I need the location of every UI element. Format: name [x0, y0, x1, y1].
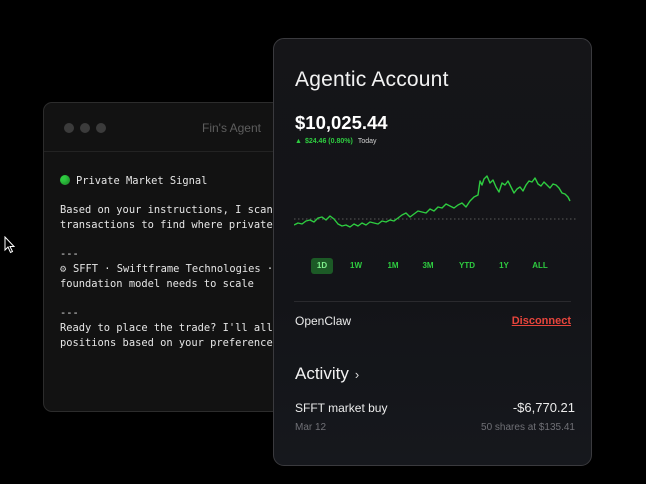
range-all[interactable]: ALL — [527, 258, 553, 274]
range-1y[interactable]: 1Y — [493, 258, 515, 274]
transaction-date: Mar 12 — [295, 422, 327, 433]
terminal-separator: --- — [60, 248, 79, 260]
terminal-separator: --- — [60, 307, 79, 319]
range-1d[interactable]: 1D — [311, 258, 333, 274]
window-close-button[interactable] — [64, 123, 74, 133]
signal-heading: Private Market Signal — [60, 174, 304, 189]
range-1w[interactable]: 1W — [345, 258, 367, 274]
terminal-line: SFFT · Swiftframe Technologies · — [73, 263, 274, 275]
terminal-title: Fin's Agent — [202, 121, 261, 135]
terminal-line: Based on your instructions, I scanned — [60, 204, 292, 216]
range-1m[interactable]: 1M — [382, 258, 404, 274]
activity-link[interactable]: Activity › — [295, 364, 359, 384]
connection-name: OpenClaw — [295, 314, 352, 328]
disconnect-button[interactable]: Disconnect — [512, 315, 571, 327]
green-dot-icon — [60, 175, 70, 185]
balance-change: ▲ $24.46 (0.80%) Today — [295, 138, 377, 145]
balance-sparkline-chart — [294, 175, 576, 228]
transaction-name: SFFT market buy — [295, 401, 388, 415]
terminal-output: Private Market Signal Based on your inst… — [60, 174, 304, 351]
section-divider — [294, 301, 571, 302]
change-amount: $24.46 (0.80%) — [304, 138, 353, 145]
range-3m[interactable]: 3M — [417, 258, 439, 274]
terminal-line: positions based on your preferences — [60, 337, 279, 349]
agentic-account-card: Agentic Account $10,025.44 ▲ $24.46 (0.80… — [273, 38, 592, 466]
cursor-arrow-icon — [4, 236, 16, 254]
range-ytd[interactable]: YTD — [454, 258, 480, 274]
terminal-line: Ready to place the trade? I'll allo — [60, 322, 279, 334]
account-title: Agentic Account — [295, 68, 449, 91]
terminal-title-bar: Fin's Agent — [44, 103, 304, 152]
window-zoom-button[interactable] — [96, 123, 106, 133]
terminal-line: foundation model needs to scale — [60, 278, 254, 290]
activity-label: Activity — [295, 364, 349, 383]
chevron-right-icon: › — [354, 367, 360, 382]
terminal-line-sfft: ⚙ SFFT · Swiftframe Technologies · — [60, 262, 304, 277]
agent-terminal-window[interactable]: Fin's Agent Private Market Signal Based … — [43, 102, 305, 412]
transaction-amount: -$6,770.21 — [512, 400, 575, 415]
account-balance: $10,025.44 — [295, 112, 388, 133]
terminal-line: transactions to find where private — [60, 219, 273, 231]
signal-label: Private Market Signal — [76, 175, 208, 187]
change-period: Today — [357, 138, 377, 145]
time-range-selector: 1D 1W 1M 3M YTD 1Y ALL — [311, 258, 571, 274]
gear-icon: ⚙ — [60, 263, 67, 275]
transaction-detail: 50 shares at $135.41 — [481, 422, 575, 433]
window-minimize-button[interactable] — [80, 123, 90, 133]
up-triangle-icon: ▲ — [295, 138, 302, 145]
